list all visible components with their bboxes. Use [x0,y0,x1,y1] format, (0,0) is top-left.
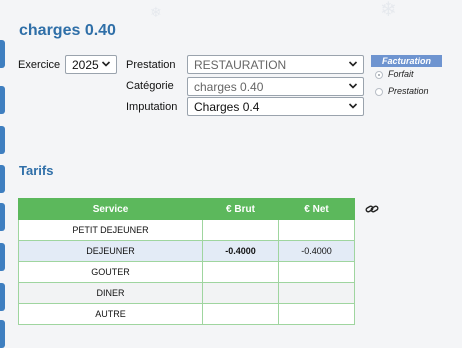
prestation-option-label: Prestation [388,86,429,96]
page-title: charges 0.40 [19,22,116,39]
imputation-label: Imputation [126,101,178,113]
table-row[interactable]: AUTRE [18,303,355,325]
brut-cell[interactable]: -0.4000 [202,240,279,262]
chevron-down-icon [348,99,358,113]
column-header-net[interactable]: € Net [278,198,355,220]
imputation-select[interactable]: Charges 0.4 [187,97,364,116]
side-tab[interactable] [0,165,5,193]
chevron-down-icon [348,57,358,71]
facturation-header: Facturation [371,55,442,67]
net-cell[interactable] [278,282,355,304]
prestation-select[interactable]: RESTAURATION [187,55,364,74]
tarifs-table: Service € Brut € Net PETIT DEJEUNER DEJE… [18,198,355,325]
brut-cell[interactable] [202,261,279,283]
net-cell[interactable] [278,303,355,325]
table-row[interactable]: DEJEUNER -0.4000 -0.4000 [18,240,355,262]
chevron-down-icon [348,79,358,93]
prestation-value: RESTAURATION [194,58,287,72]
service-cell: DINER [18,282,203,304]
service-cell: DEJEUNER [18,240,203,262]
chevron-down-icon [101,57,111,71]
column-header-brut[interactable]: € Brut [202,198,279,220]
exercice-select[interactable]: 2025 [65,55,117,74]
tarifs-title: Tarifs [19,163,54,178]
side-tab[interactable] [0,283,5,311]
table-header-row: Service € Brut € Net [18,198,355,220]
side-tab[interactable] [0,320,5,348]
table-row[interactable]: DINER [18,282,355,304]
categorie-value: charges 0.40 [194,80,264,94]
net-cell[interactable] [278,219,355,241]
snowflake-icon: ❄ [380,0,397,21]
side-tab[interactable] [0,86,5,114]
table-row[interactable]: GOUTER [18,261,355,283]
side-tab[interactable] [0,203,5,231]
service-cell: PETIT DEJEUNER [18,219,203,241]
service-cell: GOUTER [18,261,203,283]
imputation-value: Charges 0.4 [194,100,260,114]
left-side-tabs [0,0,6,348]
brut-cell[interactable] [202,219,279,241]
snowflake-icon: ❄ [150,4,162,20]
link-icon[interactable] [365,202,379,214]
categorie-select[interactable]: charges 0.40 [187,77,364,96]
side-tab[interactable] [0,126,5,154]
prestation-label: Prestation [126,59,176,71]
brut-cell[interactable] [202,282,279,304]
side-tab[interactable] [0,40,5,68]
exercice-value: 2025 [72,58,99,72]
forfait-label: Forfait [388,69,414,79]
exercice-label: Exercice [18,59,61,71]
categorie-label: Catégorie [126,80,174,92]
column-header-service[interactable]: Service [18,198,203,220]
net-cell[interactable]: -0.4000 [278,240,355,262]
brut-cell[interactable] [202,303,279,325]
table-row[interactable]: PETIT DEJEUNER [18,219,355,241]
net-cell[interactable] [278,261,355,283]
radio-button[interactable] [375,71,383,79]
radio-button[interactable] [375,88,383,96]
service-cell: AUTRE [18,303,203,325]
side-tab[interactable] [0,243,5,271]
